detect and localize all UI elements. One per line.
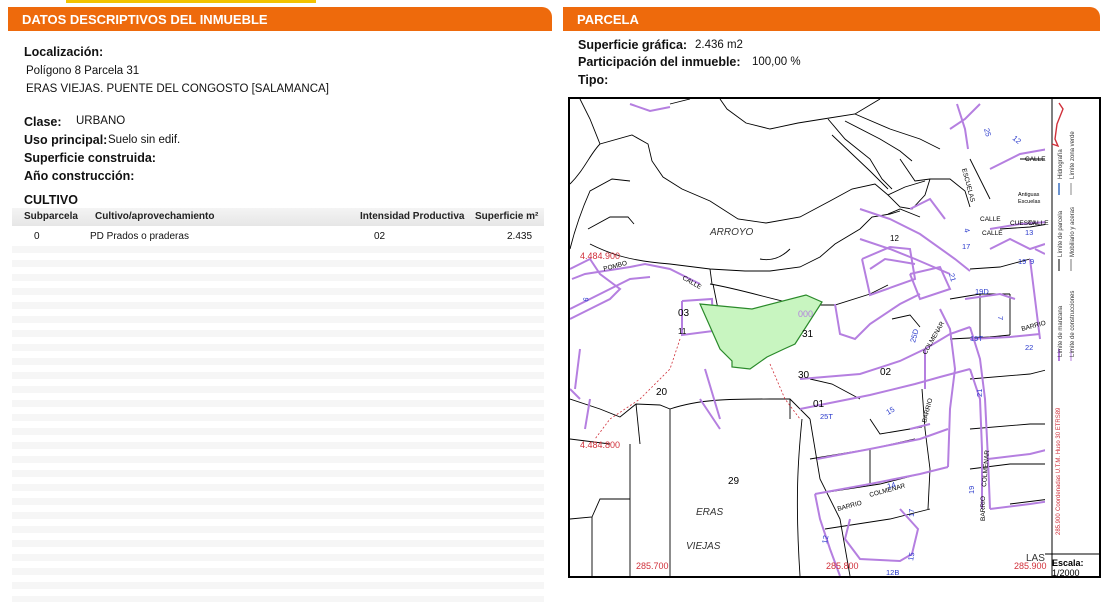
uso-value: Suelo sin edif. xyxy=(108,134,181,146)
localizacion-label: Localización: xyxy=(24,45,104,59)
street-number: 25T xyxy=(820,412,833,421)
legend-limite-parcela: Límite de parcela xyxy=(1058,210,1064,257)
parcel-label-20: 20 xyxy=(656,387,668,398)
coord-label-4484800: 4.484.800 xyxy=(580,440,620,450)
coord-label-285700: 285.700 xyxy=(636,561,669,571)
clase-label: Clase: xyxy=(24,115,62,129)
street-number: 25 xyxy=(982,127,993,137)
street-number: 17 xyxy=(907,509,916,517)
street-number: 22 xyxy=(1025,343,1033,352)
col-intensidad: Intensidad Productiva xyxy=(360,211,465,222)
street-number: 17 xyxy=(962,242,970,251)
street-number: 12 xyxy=(820,535,830,545)
scale-label: Escala: xyxy=(1052,558,1084,568)
street-number: 19 xyxy=(967,486,976,494)
participacion-value: 100,00 % xyxy=(752,56,801,68)
label-calle-2: CALLE xyxy=(1025,156,1046,163)
label-arroyo: ARROYO xyxy=(709,227,754,238)
street-number: 15 xyxy=(885,405,897,417)
cell-intensidad: 02 xyxy=(374,231,386,242)
uso-label: Uso principal: xyxy=(24,133,108,147)
label-las: LAS xyxy=(1026,553,1045,564)
cell-subparcela: 0 xyxy=(34,231,40,242)
parcel-label-31: 31 xyxy=(802,329,814,340)
label-calle-1: CALLE xyxy=(681,275,703,292)
street-number: 12B xyxy=(886,568,899,576)
street-number: 21 xyxy=(975,389,984,397)
parcel-label-03: 03 xyxy=(678,308,690,319)
table-empty-area xyxy=(12,246,544,602)
tipo-label: Tipo: xyxy=(578,73,609,87)
cultivo-title: CULTIVO xyxy=(24,193,78,207)
crs-value: 285.900 xyxy=(1056,513,1062,535)
crs-label: Coordenadas U.T.M. Huso 30 ETRS89 xyxy=(1056,407,1062,511)
superficie-grafica-label: Superficie gráfica: xyxy=(578,38,688,52)
right-panel-header: PARCELA xyxy=(563,7,1100,31)
clase-value: URBANO xyxy=(76,115,126,127)
ano-construccion-label: Año construcción: xyxy=(24,169,135,183)
legend-limite-construcciones: Límite de construcciones xyxy=(1070,291,1076,357)
label-escuelas: ESCUELAS xyxy=(960,168,976,204)
parcel-label-11: 11 xyxy=(678,327,687,336)
cell-cultivo: PD Prados o praderas xyxy=(90,231,189,242)
boundary-dotted-2 xyxy=(769,363,801,420)
street-number: 6 xyxy=(581,297,591,303)
legend-mobiliario-aceras: Mobiliario y aceras xyxy=(1070,207,1076,257)
street-number: 19D xyxy=(975,287,989,296)
parcel-label-29: 29 xyxy=(728,476,740,487)
col-subparcela: Subparcela xyxy=(24,211,78,222)
table-row: 0 PD Prados o praderas 02 2.435 xyxy=(12,228,544,245)
left-panel-header: DATOS DESCRIPTIVOS DEL INMUEBLE xyxy=(8,7,552,31)
cell-superficie: 2.435 xyxy=(507,231,533,242)
superficie-construida-label: Superficie construida: xyxy=(24,151,156,165)
parcel-label-000: 000 xyxy=(798,309,813,319)
cadastral-map[interactable]: 4.484.900 4.484.800 285.700 285.800 285.… xyxy=(568,97,1101,578)
parcel-label-02: 02 xyxy=(880,367,892,378)
label-calle-4: CALLE xyxy=(982,230,1003,237)
map-text: 4.484.900 4.484.800 285.700 285.800 285.… xyxy=(580,156,1049,571)
coord-label-285800: 285.800 xyxy=(826,561,859,571)
localizacion-line2: ERAS VIEJAS. PUENTE DEL CONGOSTO [SALAMA… xyxy=(26,83,329,95)
street-number: 25D xyxy=(908,327,920,343)
label-barrio-2: BARRIO xyxy=(837,500,863,513)
coord-label-4484900: 4.484.900 xyxy=(580,251,620,261)
label-calle-5: CALLE xyxy=(1028,220,1049,227)
label-viejas: VIEJAS xyxy=(686,541,721,552)
label-pombo: POMBO xyxy=(603,260,628,273)
street-number: 7 xyxy=(996,316,1005,320)
street-number: 9 xyxy=(1030,257,1034,266)
map-svg: 4.484.900 4.484.800 285.700 285.800 285.… xyxy=(570,99,1099,576)
superficie-grafica-value: 2.436 m2 xyxy=(695,39,743,51)
street-number: 13 xyxy=(1025,228,1033,237)
localizacion-line1: Polígono 8 Parcela 31 xyxy=(26,65,140,77)
scale-value: 1/2000 xyxy=(1052,568,1080,576)
parcel-label-01: 01 xyxy=(813,399,825,410)
label-calle-3: CALLE xyxy=(980,216,1001,223)
street-number: 19T xyxy=(970,334,983,343)
label-barrio-4: BARRIO xyxy=(1021,320,1047,333)
street-number: 21 xyxy=(947,272,958,282)
legend-hidrografia: Hidrografía xyxy=(1058,149,1064,179)
col-cultivo: Cultivo/aprovechamiento xyxy=(95,211,215,222)
parcel-label-12: 12 xyxy=(890,234,899,243)
top-accent-bar xyxy=(66,0,316,3)
label-escuelas-2: Escuelas xyxy=(1018,199,1041,205)
col-superficie: Superficie m² xyxy=(475,211,539,222)
label-antiguas: Antiguas xyxy=(1018,192,1040,198)
boundary-dotted xyxy=(594,338,681,440)
label-barrio-3: BARRIO xyxy=(980,496,987,521)
cultivo-table-header: Subparcela Cultivo/aprovechamiento Inten… xyxy=(12,208,544,226)
parcel-label-30: 30 xyxy=(798,370,810,381)
street-number: 12 xyxy=(1011,134,1023,146)
top-strip xyxy=(0,0,1108,4)
street-number: 4 xyxy=(962,227,972,233)
street-number: 15 xyxy=(906,552,916,562)
legend-limite-manzana: Límite de manzana xyxy=(1058,305,1064,357)
label-eras: ERAS xyxy=(696,507,724,518)
legend-limite-zona-verde: Límite zona verde xyxy=(1070,131,1076,179)
participacion-label: Participación del inmueble: xyxy=(578,55,741,69)
street-number: 19 xyxy=(1018,257,1026,266)
